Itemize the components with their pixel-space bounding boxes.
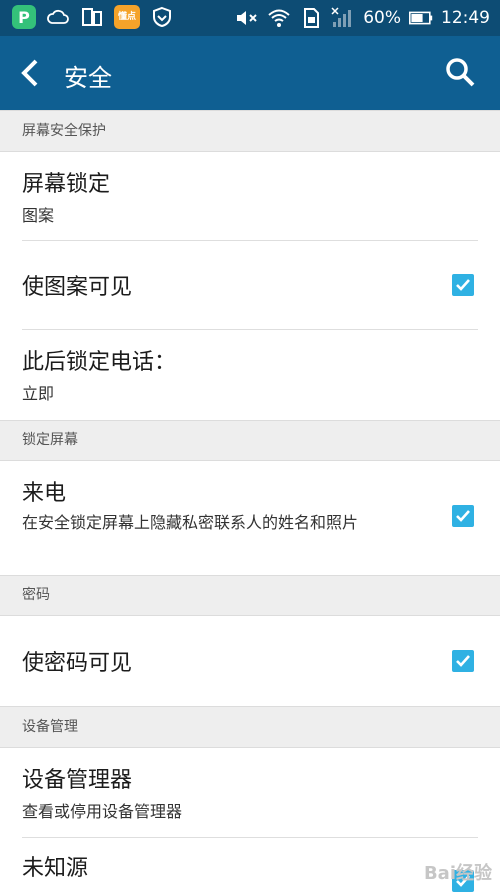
incoming-call-title: 来电 [22,481,67,506]
password-visible-item[interactable]: 使密码可见 [0,616,500,706]
screen-lock-value: 图案 [22,206,55,225]
clock: 12:49 [441,8,490,28]
checkmark-icon [456,655,470,667]
battery-percent: 60% [363,8,401,28]
search-icon [446,58,475,87]
password-visible-checkbox[interactable] [452,650,474,672]
section-header-lock-screen: 锁定屏幕 [0,420,500,461]
section-header-device-admin: 设备管理 [0,706,500,748]
weather-cloud-icon [46,5,70,29]
incoming-call-item[interactable]: 来电 在安全锁定屏幕上隐藏私密联系人的姓名和照片 [0,461,500,575]
screen-lock-title: 屏幕锁定 [22,172,111,197]
back-button[interactable] [18,58,44,88]
incoming-call-summary: 在安全锁定屏幕上隐藏私密联系人的姓名和照片 [22,513,359,532]
section-header-screen-security: 屏幕安全保护 [0,110,500,152]
checkmark-icon [456,279,470,291]
checkmark-icon [456,510,470,522]
pattern-visible-title: 使图案可见 [22,275,133,300]
back-arrow-icon [21,59,38,87]
device-admins-title: 设备管理器 [22,768,133,793]
app-bar: 安全 [0,36,500,110]
lock-after-value: 立即 [22,384,55,403]
page-title: 安全 [64,64,112,92]
device-switch-icon [80,5,104,29]
sim-card-icon [299,6,323,30]
device-admins-item[interactable]: 设备管理器 查看或停用设备管理器 [0,748,500,837]
section-header-password: 密码 [0,575,500,616]
wifi-icon [267,6,291,30]
pattern-visible-checkbox[interactable] [452,274,474,296]
pattern-visible-item[interactable]: 使图案可见 [0,241,500,329]
mute-icon [235,6,259,30]
screen-lock-item[interactable]: 屏幕锁定 图案 [0,152,500,240]
incoming-call-checkbox[interactable] [452,505,474,527]
lock-after-title: 此后锁定电话： [22,350,177,375]
status-bar: P 懂点 60% 12:49 [0,0,500,36]
app-p-icon: P [12,5,36,29]
lock-after-item[interactable]: 此后锁定电话： 立即 [0,330,500,420]
watermark: Bai经验 [423,863,492,884]
shield-icon [150,5,174,29]
app-dd-icon: 懂点 [114,5,140,29]
battery-icon [409,6,433,30]
signal-icon [331,6,355,30]
password-visible-title: 使密码可见 [22,651,133,676]
device-admins-summary: 查看或停用设备管理器 [22,802,183,821]
search-button[interactable] [444,56,476,88]
